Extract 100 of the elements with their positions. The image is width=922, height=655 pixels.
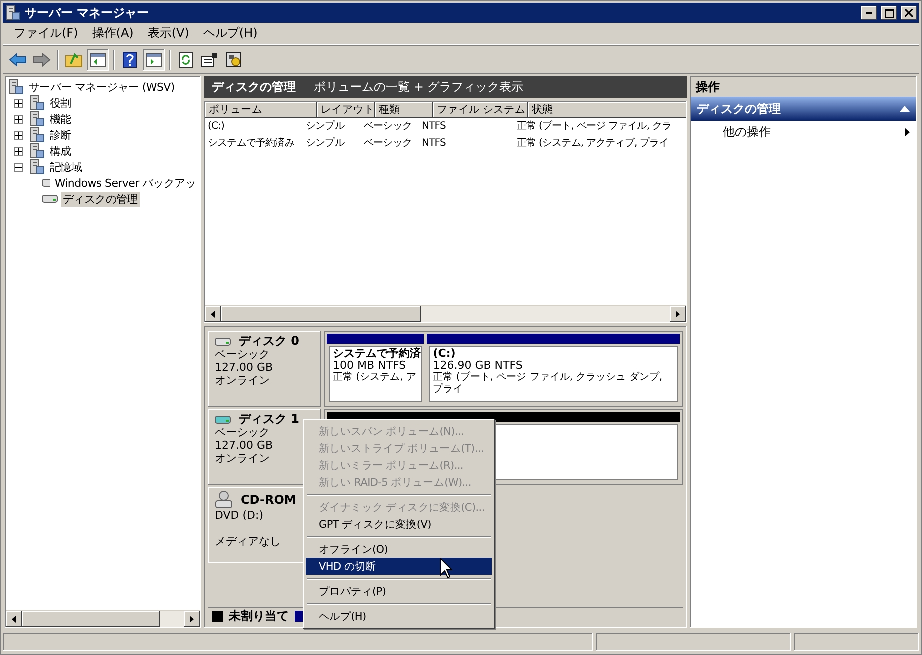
disk-drive-icon (42, 178, 50, 188)
table-cell-text: 正常 (ブート, ページ ファイル, クラ (516, 120, 673, 134)
forward-arrow-icon (33, 52, 51, 66)
expand-toggle[interactable] (14, 114, 23, 124)
partition-name: (C:) (433, 348, 457, 360)
menu-item[interactable]: ヘルプ(H) (196, 23, 265, 44)
actions-header: 操作 (691, 77, 916, 97)
menu-item[interactable]: ファイル(F) (7, 23, 86, 44)
disk-name: ディスク 0 (239, 335, 300, 348)
tree-item[interactable]: 役割 (48, 96, 74, 110)
server-icon (8, 79, 24, 95)
minimize-button[interactable] (861, 6, 877, 20)
scroll-left-button[interactable] (6, 611, 22, 627)
plus-icon (15, 116, 22, 122)
table-cell-text: 正常 (システム, アクティブ, プライ (516, 136, 670, 150)
app-icon (5, 5, 21, 21)
collapse-icon (900, 106, 910, 112)
tree-item[interactable]: 記憶域 (48, 160, 84, 174)
tree-item[interactable]: ディスクの管理 (61, 192, 140, 206)
partition[interactable]: (C:) 126.90 GB NTFS 正常 (ブート, ページ ファイル, クラッシュ ダンプ, プライ (429, 346, 678, 402)
left-arrow-icon (211, 310, 215, 318)
settings-icon (226, 52, 242, 68)
disk-drive-icon (215, 414, 231, 424)
server-icon (29, 95, 45, 111)
plus-icon (15, 148, 22, 154)
scroll-thumb[interactable] (22, 611, 160, 627)
table-cell-text: NTFS (421, 136, 447, 150)
partition-status: 正常 (システム, ア (333, 372, 418, 384)
server-icon (29, 159, 45, 175)
disk-status: オンライン (215, 374, 271, 387)
partition-name: システムで予約済 (333, 348, 418, 360)
table-cell-text: シンプル (305, 120, 346, 134)
minimize-icon (866, 12, 872, 14)
table-cell-text: ベーシック (363, 120, 414, 134)
partition[interactable]: システムで予約済 100 MB NTFS 正常 (システム, ア (329, 346, 422, 402)
scroll-thumb[interactable] (221, 306, 421, 322)
disk-name: ディスク 1 (239, 413, 300, 426)
tree-item[interactable]: 構成 (48, 144, 74, 158)
menu-item[interactable]: プロパティ(P) (306, 583, 492, 600)
action-item[interactable]: 他の操作 (723, 124, 771, 140)
disk-type: DVD (D:) (215, 509, 265, 522)
tree-item[interactable]: Windows Server バックアッ (52, 176, 198, 190)
disk-drive-icon (42, 194, 58, 204)
disk-info-panel[interactable]: ディスク 0 ベーシック 127.00 GB オンライン (208, 331, 321, 407)
table-cell-text: システムで予約済み (207, 136, 296, 150)
disk-name: CD-ROM (241, 494, 296, 506)
plus-icon (15, 100, 22, 106)
actions-section[interactable]: ディスクの管理 (691, 97, 916, 121)
disk-type: ベーシック (215, 426, 271, 439)
server-icon (29, 127, 45, 143)
disk-status: オンライン (215, 452, 271, 465)
properties-icon (201, 52, 219, 68)
expand-toggle[interactable] (14, 146, 23, 156)
menu-item[interactable]: VHD の切断 (306, 558, 492, 575)
menu-item[interactable]: ヘルプ(H) (306, 608, 492, 625)
column-header[interactable]: 種類 (375, 102, 433, 118)
scroll-right-button[interactable] (670, 306, 686, 322)
plus-icon (15, 132, 22, 138)
pane-title: ディスクの管理 (212, 78, 296, 96)
back-arrow-icon (9, 52, 27, 66)
column-header[interactable]: 状態 (528, 102, 686, 118)
table-cell-text: シンプル (305, 136, 346, 150)
folder-icon (65, 52, 83, 68)
partition-size: 126.90 GB NTFS (433, 360, 524, 372)
disk-drive-icon (215, 336, 231, 346)
maximize-button[interactable] (881, 6, 897, 20)
tree-item[interactable]: 機能 (48, 112, 74, 126)
partition-size: 100 MB NTFS (333, 360, 408, 372)
menu-item[interactable]: 表示(V) (140, 23, 196, 44)
partition-status: 正常 (ブート, ページ ファイル, クラッシュ ダンプ, プライ (433, 372, 664, 396)
expand-toggle[interactable] (14, 130, 23, 140)
column-header[interactable]: レイアウト (317, 102, 375, 118)
help-icon (123, 52, 137, 68)
column-header[interactable]: ボリューム (205, 102, 317, 118)
legend-label: 未割り当て (229, 608, 289, 625)
submenu-arrow-icon (905, 128, 910, 136)
scroll-left-button[interactable] (205, 306, 221, 322)
horizontal-scrollbar[interactable] (6, 610, 200, 627)
server-icon (29, 143, 45, 159)
disk-type: ベーシック (215, 348, 271, 361)
close-icon (905, 9, 913, 17)
disk-size: 127.00 GB (215, 439, 274, 452)
toolbar-button[interactable] (143, 48, 165, 70)
expand-toggle[interactable] (14, 162, 23, 172)
disk-status: メディアなし (215, 535, 282, 548)
horizontal-scrollbar[interactable] (205, 305, 686, 322)
right-arrow-icon (190, 616, 194, 622)
server-icon (29, 111, 45, 127)
scroll-right-button[interactable] (184, 611, 200, 627)
expand-toggle[interactable] (14, 98, 23, 108)
refresh-icon (179, 52, 193, 68)
tree-item[interactable]: 診断 (48, 128, 74, 142)
tree-item[interactable]: サーバー マネージャー (WSV) (27, 80, 177, 94)
pane-subtitle: ボリュームの一覧 + グラフィック表示 (314, 78, 524, 96)
close-button[interactable] (901, 6, 917, 20)
maximize-icon (884, 8, 894, 18)
disk-size: 127.00 GB (215, 361, 274, 374)
toolbar-button[interactable] (87, 48, 109, 70)
column-header[interactable]: ファイル システム (433, 102, 528, 118)
menu-item[interactable]: 操作(A) (85, 23, 141, 44)
